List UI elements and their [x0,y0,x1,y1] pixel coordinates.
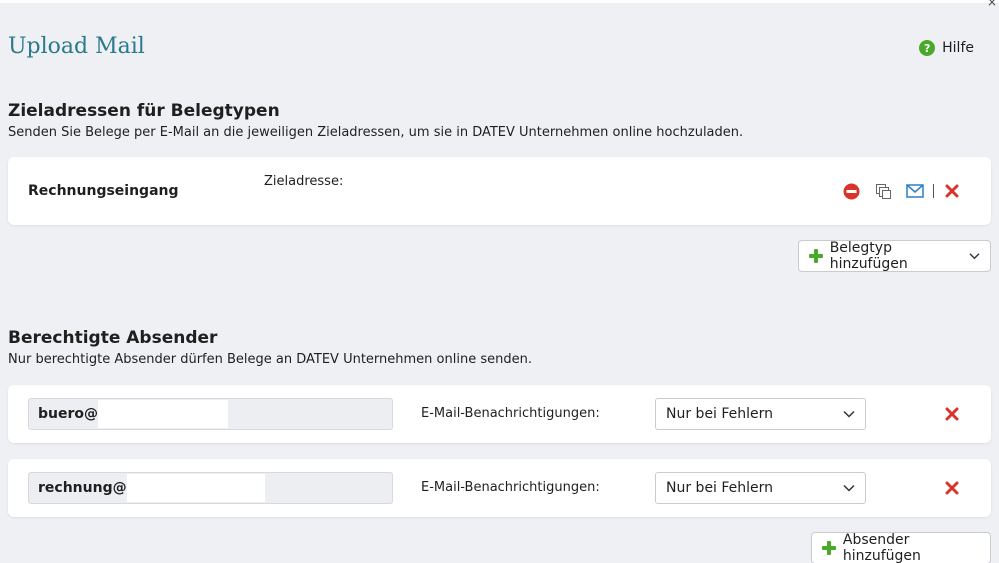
senders-description: Nur berechtigte Absender dürfen Belege a… [8,352,532,367]
notification-select[interactable]: Nur bei Fehlern [655,472,866,504]
sender-card: buero@ E-Mail-Benachrichtigungen: Nur be… [8,385,991,443]
doc-type-name: Rechnungseingang [28,183,179,199]
target-address-label: Zieladresse: [264,174,344,189]
sender-email-field[interactable]: buero@ [28,398,393,430]
help-icon: ? [919,40,936,56]
add-sender-button[interactable]: Absender hinzufügen [811,532,991,563]
page-title: Upload Mail [8,34,145,59]
top-bar [0,0,999,3]
notification-label: E-Mail-Benachrichtigungen: [421,406,600,421]
add-sender-label: Absender hinzufügen [842,532,921,563]
doc-type-actions [842,182,961,200]
notification-label: E-Mail-Benachrichtigungen: [421,480,600,495]
add-doc-type-label: Belegtyp hinzufügen [829,240,908,272]
chevron-down-icon [843,410,855,418]
plus-icon [822,541,836,555]
sender-email-field[interactable]: rechnung@ [28,472,393,504]
redacted-area [126,474,265,502]
sender-email-value: rechnung@ [38,480,127,496]
doc-types-description: Senden Sie Belege per E-Mail an die jewe… [8,125,744,140]
sender-card: rechnung@ E-Mail-Benachrichtigungen: Nur… [8,459,991,517]
copy-icon[interactable] [874,182,892,200]
close-icon[interactable]: × [987,0,997,8]
deactivate-icon[interactable] [842,182,860,200]
action-separator [933,184,934,198]
notification-select[interactable]: Nur bei Fehlern [655,398,866,430]
help-label: Hilfe [942,40,974,56]
notification-value: Nur bei Fehlern [666,480,774,496]
redacted-area [98,400,229,428]
senders-title: Berechtigte Absender [8,328,218,348]
plus-icon [809,249,823,263]
add-doc-type-button[interactable]: Belegtyp hinzufügen [798,240,991,272]
delete-icon[interactable] [943,479,961,497]
doc-type-card: Rechnungseingang Zieladresse: [8,157,991,225]
delete-icon[interactable] [943,182,961,200]
delete-icon[interactable] [943,405,961,423]
mail-icon[interactable] [906,182,924,200]
sender-email-value: buero@ [38,406,99,422]
chevron-down-icon [969,253,980,260]
chevron-down-icon [843,484,855,492]
notification-value: Nur bei Fehlern [666,406,774,422]
help-button[interactable]: ? Hilfe [919,40,974,56]
doc-types-title: Zieladressen für Belegtypen [8,101,280,121]
